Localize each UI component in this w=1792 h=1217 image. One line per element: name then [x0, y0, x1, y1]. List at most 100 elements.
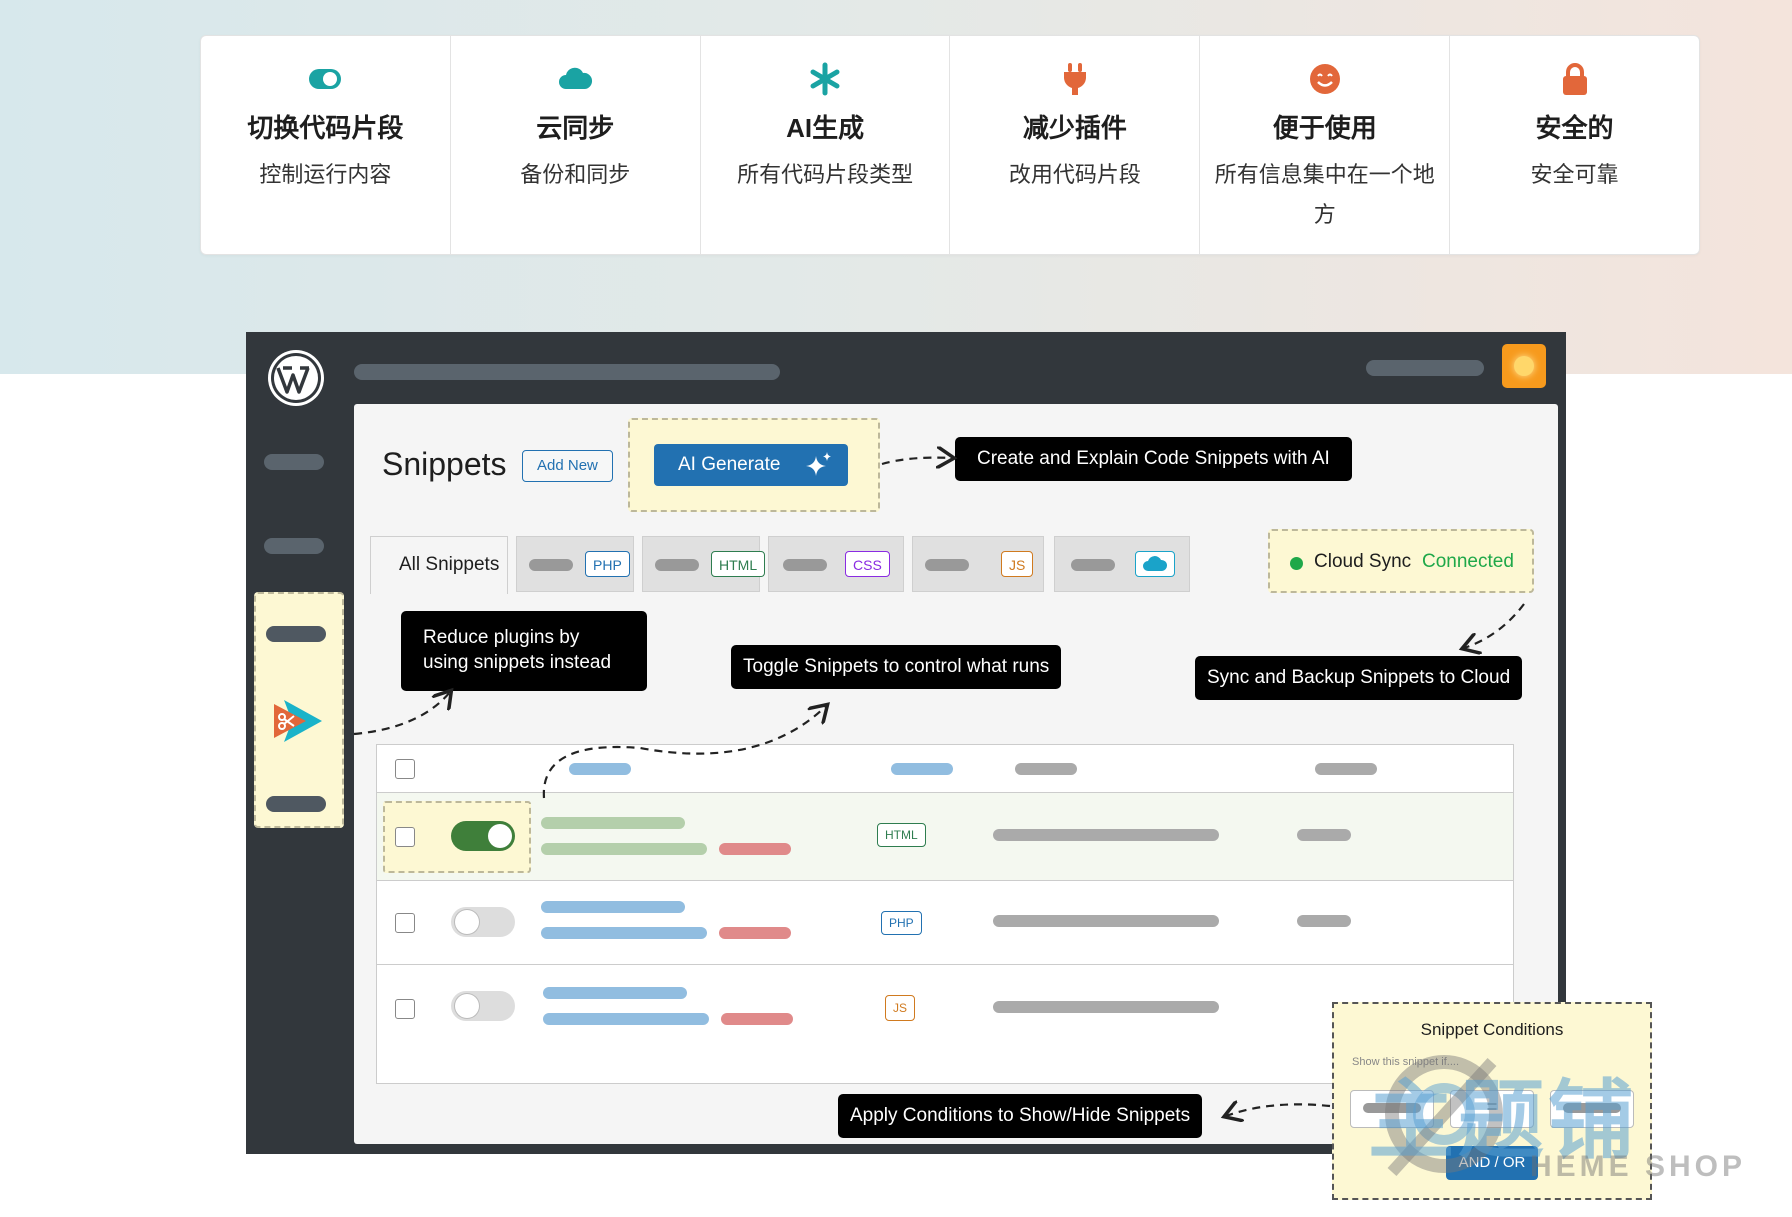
table-row: PHP	[377, 881, 1513, 965]
toggle-icon	[201, 64, 450, 94]
row-checkbox[interactable]	[395, 913, 415, 933]
feature-reduce-plugins: 减少插件 改用代码片段	[950, 36, 1201, 254]
tab-html[interactable]: HTML	[642, 536, 766, 592]
feature-title: 便于使用	[1272, 113, 1377, 143]
column-header-type[interactable]	[891, 763, 953, 775]
column-header-name[interactable]	[569, 763, 631, 775]
feature-subtitle: 控制运行内容	[259, 162, 392, 187]
cloud-sync-status[interactable]: Cloud Sync Connected	[1268, 529, 1534, 593]
column-header-tags	[1315, 763, 1377, 775]
feature-easy-use: 便于使用 所有信息集中在一个地方	[1200, 36, 1451, 254]
sparkle-icon	[806, 452, 831, 476]
column-header-description	[1015, 763, 1077, 775]
callout-toggle: Toggle Snippets to control what runs	[731, 645, 1062, 689]
watermark-subtext: HEME SHOP	[1530, 1150, 1747, 1183]
php-badge: PHP	[585, 551, 630, 577]
sidebar-item[interactable]	[264, 454, 324, 470]
tab-js[interactable]: JS	[912, 536, 1044, 592]
feature-title: 减少插件	[1022, 113, 1127, 143]
callout-line: using snippets instead	[423, 652, 612, 673]
tab-placeholder	[925, 559, 969, 571]
conditions-title: Snippet Conditions	[1420, 1020, 1564, 1039]
feature-ai: AI生成 所有代码片段类型	[701, 36, 951, 254]
feature-title: 安全的	[1535, 113, 1614, 143]
tab-placeholder	[1071, 559, 1115, 571]
snippet-actions[interactable]	[721, 1013, 793, 1025]
snippet-description	[993, 1001, 1219, 1013]
cloud-sync-label: Cloud Sync	[1314, 551, 1412, 572]
snippet-tags	[1297, 915, 1351, 927]
tab-placeholder	[655, 559, 699, 571]
feature-secure: 安全的 安全可靠	[1450, 36, 1699, 254]
snippet-name[interactable]	[541, 901, 685, 913]
wordpress-logo-icon[interactable]	[266, 348, 326, 408]
feature-cloud-sync: 云同步 备份和同步	[451, 36, 701, 254]
sidebar-highlight	[254, 592, 344, 828]
snippet-toggle[interactable]	[451, 991, 515, 1021]
snippet-actions[interactable]	[719, 927, 791, 939]
row-checkbox[interactable]	[395, 999, 415, 1019]
row-checkbox[interactable]	[395, 827, 415, 847]
css-badge: CSS	[845, 551, 890, 577]
feature-title: AI生成	[786, 113, 865, 143]
cloud-icon	[1135, 551, 1175, 577]
feature-subtitle: 安全可靠	[1530, 162, 1619, 187]
feature-subtitle: 备份和同步	[520, 162, 631, 187]
tab-label: All Snippets	[399, 554, 500, 575]
feature-subtitle: 改用代码片段	[1008, 162, 1141, 187]
snippet-actions[interactable]	[719, 843, 791, 855]
html-badge: HTML	[711, 551, 766, 577]
lock-icon	[1450, 63, 1699, 95]
callout-reduce-plugins: Reduce plugins by using snippets instead	[401, 611, 647, 691]
feature-subtitle: 所有代码片段类型	[737, 162, 914, 187]
sidebar-item[interactable]	[266, 626, 326, 642]
snippet-name[interactable]	[543, 987, 687, 999]
ai-highlight: AI Generate	[628, 418, 880, 512]
sun-icon[interactable]	[1502, 344, 1546, 388]
tab-cloud[interactable]	[1054, 536, 1190, 592]
status-dot-icon	[1290, 557, 1303, 570]
snippet-description	[993, 829, 1219, 841]
code-snippets-logo-icon[interactable]	[270, 698, 324, 744]
tab-placeholder	[529, 559, 573, 571]
select-all-checkbox[interactable]	[395, 759, 415, 779]
ai-generate-button[interactable]: AI Generate	[654, 444, 848, 486]
html-badge: HTML	[877, 823, 926, 847]
feature-title: 切换代码片段	[247, 113, 404, 143]
add-new-button[interactable]: Add New	[522, 450, 613, 482]
smile-icon	[1200, 64, 1449, 94]
js-badge: JS	[1001, 551, 1034, 577]
tab-placeholder	[783, 559, 827, 571]
js-badge: JS	[885, 995, 916, 1021]
php-badge: PHP	[881, 911, 922, 935]
tab-php[interactable]: PHP	[516, 536, 634, 592]
cloud-sync-state: Connected	[1422, 551, 1514, 572]
feature-subtitle: 所有信息集中在一个地方	[1214, 162, 1435, 227]
table-row: HTML	[377, 793, 1513, 881]
table-header	[377, 745, 1513, 793]
callout-line: Reduce plugins by	[423, 627, 580, 648]
feature-toggle: 切换代码片段 控制运行内容	[201, 36, 451, 254]
topbar-user-placeholder	[1366, 360, 1484, 376]
callout-ai: Create and Explain Code Snippets with AI	[955, 437, 1352, 481]
callout-sync: Sync and Backup Snippets to Cloud	[1195, 656, 1523, 700]
snippet-description	[993, 915, 1219, 927]
snippet-toggle[interactable]	[451, 907, 515, 937]
asterisk-icon	[701, 62, 950, 96]
snippet-tags	[1297, 829, 1351, 841]
snippet-description	[541, 843, 707, 855]
sidebar-item[interactable]	[264, 538, 324, 554]
snippet-description	[543, 1013, 709, 1025]
cloud-icon	[451, 64, 700, 94]
snippet-toggle[interactable]	[451, 821, 515, 851]
callout-conditions: Apply Conditions to Show/Hide Snippets	[838, 1094, 1203, 1138]
tab-all-snippets[interactable]: All Snippets	[370, 536, 508, 594]
tab-css[interactable]: CSS	[768, 536, 904, 592]
snippet-description	[541, 927, 707, 939]
sidebar-item[interactable]	[266, 796, 326, 812]
page-title: Snippets	[382, 446, 507, 482]
snippet-name[interactable]	[541, 817, 685, 829]
ai-generate-label: AI Generate	[678, 454, 781, 475]
topbar-placeholder	[354, 364, 780, 380]
plug-icon	[950, 63, 1199, 95]
